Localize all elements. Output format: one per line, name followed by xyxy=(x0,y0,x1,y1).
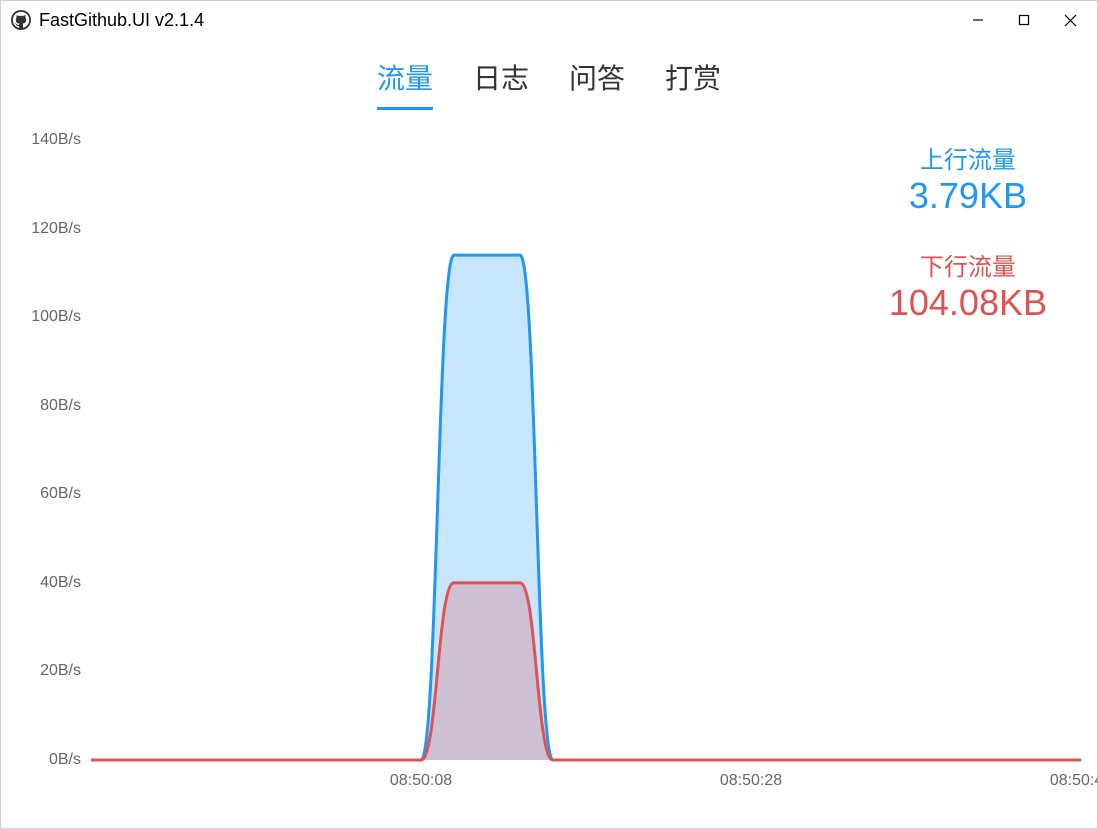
app-icon xyxy=(11,10,31,30)
x-tick-label: 08:50:08 xyxy=(390,772,452,790)
tab-logs[interactable]: 日志 xyxy=(473,57,529,110)
x-tick-label: 08:50:28 xyxy=(720,772,782,790)
titlebar: FastGithub.UI v2.1.4 xyxy=(1,1,1097,39)
close-button[interactable] xyxy=(1047,5,1093,35)
y-tick-label: 0B/s xyxy=(21,751,81,769)
window-controls xyxy=(955,1,1093,39)
tab-qa[interactable]: 问答 xyxy=(569,57,625,110)
y-tick-label: 40B/s xyxy=(21,574,81,592)
tab-donate[interactable]: 打赏 xyxy=(665,57,721,110)
y-tick-label: 20B/s xyxy=(21,662,81,680)
tab-bar: 流量 日志 问答 打赏 xyxy=(1,39,1097,120)
y-tick-label: 140B/s xyxy=(21,131,81,149)
y-tick-label: 120B/s xyxy=(21,220,81,238)
tab-traffic[interactable]: 流量 xyxy=(377,57,433,110)
chart-svg xyxy=(1,120,1098,820)
minimize-button[interactable] xyxy=(955,5,1001,35)
app-title: FastGithub.UI v2.1.4 xyxy=(39,10,955,31)
y-tick-label: 100B/s xyxy=(21,308,81,326)
y-tick-label: 60B/s xyxy=(21,485,81,503)
traffic-chart: 上行流量 3.79KB 下行流量 104.08KB 0B/s20B/s40B/s… xyxy=(1,120,1097,820)
x-tick-label: 08:50:48 xyxy=(1050,772,1098,790)
maximize-button[interactable] xyxy=(1001,5,1047,35)
y-tick-label: 80B/s xyxy=(21,397,81,415)
